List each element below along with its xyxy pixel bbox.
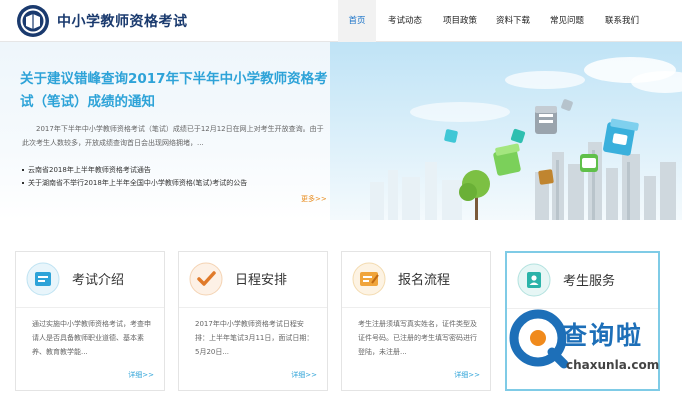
card-more-link[interactable]: 详细>> bbox=[454, 370, 480, 380]
city-illustration bbox=[330, 42, 682, 220]
card-description: 考生注册须填写真实姓名，证件类型及证件号码。已注册的考生填写密码进行登陆，未注册… bbox=[358, 320, 477, 356]
card-header: 考生服务 bbox=[507, 253, 658, 309]
candidate-service-icon bbox=[517, 263, 551, 297]
bullet-icon bbox=[22, 169, 24, 171]
watermark-domain: chaxunla.com bbox=[566, 358, 660, 372]
card-more-link[interactable]: 详细>> bbox=[291, 370, 317, 380]
nav-faq[interactable]: 常见问题 bbox=[540, 0, 594, 42]
registration-form-icon bbox=[352, 262, 386, 296]
hero-title[interactable]: 关于建议错峰查询2017年下半年中小学教师资格考试（笔试）成绩的通知 bbox=[20, 68, 330, 114]
main-nav: 首页 考试动态 项目政策 资料下载 常见问题 联系我们 bbox=[338, 0, 650, 42]
card-registration[interactable]: 报名流程 考生注册须填写真实姓名，证件类型及证件号码。已注册的考生填写密码进行登… bbox=[341, 251, 491, 391]
logo-icon[interactable] bbox=[16, 4, 50, 38]
schedule-check-icon bbox=[189, 262, 223, 296]
card-header: 日程安排 bbox=[179, 252, 327, 308]
news-list: 云南省2018年上半年教师资格考试通告 关于湖南省不举行2018年上半年全国中小… bbox=[22, 164, 322, 190]
news-link[interactable]: 云南省2018年上半年教师资格考试通告 bbox=[22, 164, 322, 177]
card-title: 报名流程 bbox=[398, 273, 451, 288]
nav-contact[interactable]: 联系我们 bbox=[594, 0, 650, 42]
card-more-link[interactable]: 详细>> bbox=[128, 370, 154, 380]
card-schedule[interactable]: 日程安排 2017年中小学教师资格考试日程安排：上半年笔试3月11日，面试日期：… bbox=[178, 251, 328, 391]
card-title: 考生服务 bbox=[563, 274, 616, 289]
nav-home[interactable]: 首页 bbox=[338, 0, 376, 42]
bullet-icon bbox=[22, 182, 24, 184]
card-header: 报名流程 bbox=[342, 252, 490, 308]
news-link[interactable]: 关于湖南省不举行2018年上半年全国中小学教师资格(笔试)考试的公告 bbox=[22, 177, 322, 190]
card-exam-intro[interactable]: 考试介绍 通过实施中小学教师资格考试，考查申请人是否具备教师职业道德、基本素养、… bbox=[15, 251, 165, 391]
card-title: 日程安排 bbox=[235, 273, 288, 288]
hero-summary: 2017年下半年中小学教师资格考试（笔试）成绩已于12月12日在网上对考生开放查… bbox=[22, 125, 324, 147]
hero-banner: 关于建议错峰查询2017年下半年中小学教师资格考试（笔试）成绩的通知 2017年… bbox=[0, 42, 682, 220]
card-description: 通过实施中小学教师资格考试，考查申请人是否具备教师职业道德、基本素养、教育教学能… bbox=[32, 320, 151, 356]
watermark-brand: 查询啦 bbox=[562, 321, 644, 350]
card-description: 2017年中小学教师资格考试日程安排：上半年笔试3月11日，面试日期：5月20日… bbox=[195, 320, 314, 356]
nav-downloads[interactable]: 资料下载 bbox=[486, 0, 540, 42]
site-header: 中小学教师资格考试 首页 考试动态 项目政策 资料下载 常见问题 联系我们 bbox=[0, 0, 682, 42]
nav-policy[interactable]: 项目政策 bbox=[434, 0, 486, 42]
nav-exam-news[interactable]: 考试动态 bbox=[376, 0, 434, 42]
exam-intro-icon bbox=[26, 262, 60, 296]
card-title: 考试介绍 bbox=[72, 273, 125, 288]
more-link[interactable]: 更多>> bbox=[301, 194, 327, 204]
card-header: 考试介绍 bbox=[16, 252, 164, 308]
site-title[interactable]: 中小学教师资格考试 bbox=[57, 11, 188, 31]
